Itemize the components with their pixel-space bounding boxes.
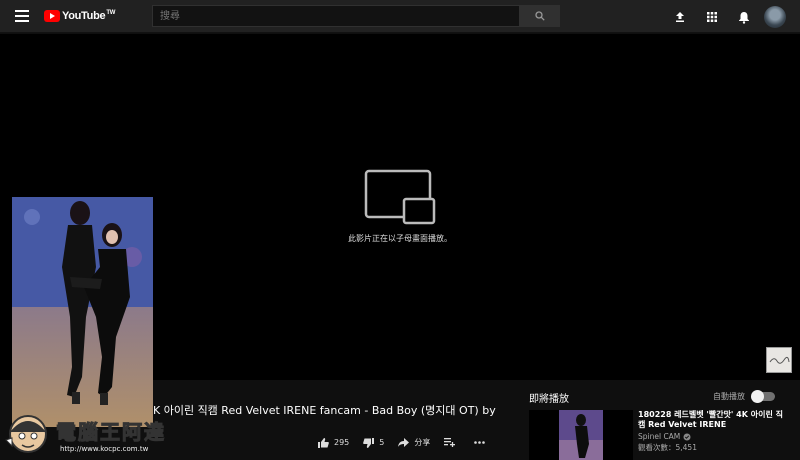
thumbs-up-icon bbox=[318, 437, 329, 448]
video-actions: 295 5 分享 bbox=[318, 437, 504, 448]
share-button[interactable]: 分享 bbox=[398, 437, 430, 448]
up-next-heading: 即將播放 bbox=[529, 394, 569, 405]
mini-player-video[interactable] bbox=[12, 197, 153, 427]
top-bar: YouTubeTW bbox=[0, 0, 800, 33]
youtube-logo[interactable]: YouTubeTW bbox=[44, 8, 115, 24]
video-title: K 아이린 직캠 Red Velvet IRENE fancam - Bad B… bbox=[153, 404, 496, 417]
share-label: 分享 bbox=[414, 438, 431, 447]
more-icon bbox=[474, 441, 486, 444]
more-actions-button[interactable] bbox=[474, 441, 490, 444]
channel-name: Spinel CAM bbox=[638, 432, 681, 441]
playlist-add-icon bbox=[444, 438, 456, 447]
pip-message: 此影片正在以子母畫面播放。 bbox=[348, 234, 452, 243]
mascot-icon bbox=[5, 415, 47, 453]
thumbs-down-icon bbox=[363, 437, 375, 448]
save-to-playlist-button[interactable] bbox=[444, 438, 460, 447]
upload-icon[interactable] bbox=[670, 7, 690, 27]
logo-text: YouTubeTW bbox=[62, 10, 116, 22]
like-button[interactable]: 295 bbox=[318, 437, 350, 448]
site-watermark: 電腦王阿達 http://www.kocpc.com.tw bbox=[4, 410, 200, 458]
watermark-url: http://www.kocpc.com.tw bbox=[60, 445, 149, 453]
menu-icon[interactable] bbox=[15, 10, 29, 22]
autoplay-label: 自動播放 bbox=[713, 392, 745, 401]
search-bar bbox=[152, 5, 560, 27]
recommendation-thumbnail[interactable] bbox=[529, 410, 633, 460]
autoplay-control: 自動播放 bbox=[713, 390, 775, 403]
recommendation-title[interactable]: 180228 레드벨벳 '빨간맛' 4K 아이린 직캠 Red Velvet I… bbox=[638, 410, 788, 430]
apps-icon[interactable] bbox=[702, 7, 722, 27]
search-icon bbox=[535, 11, 545, 21]
avatar[interactable] bbox=[764, 6, 786, 28]
search-button[interactable] bbox=[520, 5, 560, 27]
like-count: 295 bbox=[334, 438, 350, 447]
recommendation-card[interactable]: 180228 레드벨벳 '빨간맛' 4K 아이린 직캠 Red Velvet I… bbox=[529, 410, 794, 460]
dislike-button[interactable]: 5 bbox=[363, 437, 385, 448]
recommendation-channel[interactable]: Spinel CAM bbox=[638, 432, 788, 441]
recommendation-views: 觀看次數：5,451 bbox=[638, 443, 697, 452]
youtube-play-icon bbox=[44, 10, 60, 22]
autoplay-toggle[interactable] bbox=[751, 390, 775, 403]
watermark-text: 電腦王阿達 bbox=[56, 420, 166, 445]
corner-thumbnail bbox=[766, 347, 792, 373]
verified-icon bbox=[683, 433, 691, 440]
search-input[interactable] bbox=[152, 5, 520, 27]
bell-icon[interactable] bbox=[734, 7, 754, 27]
recommendation-info: 180228 레드벨벳 '빨간맛' 4K 아이린 직캠 Red Velvet I… bbox=[638, 410, 788, 453]
picture-in-picture-icon bbox=[364, 169, 436, 225]
share-icon bbox=[398, 438, 410, 447]
dislike-count: 5 bbox=[379, 438, 385, 447]
top-icons bbox=[658, 6, 786, 28]
